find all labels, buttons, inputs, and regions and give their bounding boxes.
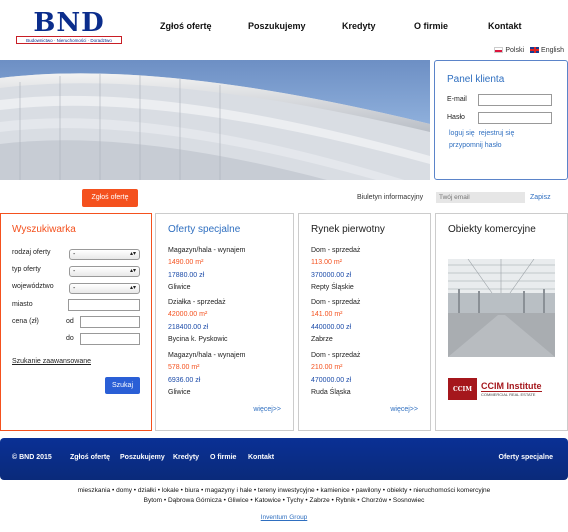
footer: © BND 2015 Zgłoś ofertę Poszukujemy Kred… (0, 438, 568, 480)
select-arrows-icon: ▴▾ (129, 268, 136, 274)
lang-english[interactable]: English (530, 47, 564, 54)
offer-item[interactable]: Magazyn/hala - wynajem 578.00 m² 6936.00 … (168, 350, 294, 399)
ccim-subtitle: COMMERCIAL REAL ESTATE (481, 391, 542, 397)
offer-kind-label: rodzaj oferty (12, 249, 51, 256)
login-links: loguj się rejestruj się (449, 130, 514, 137)
nav-searching[interactable]: Poszukujemy (248, 21, 306, 31)
nav-contact[interactable]: Kontakt (488, 21, 522, 31)
warehouse-image[interactable] (448, 259, 555, 357)
select-arrows-icon: ▴▾ (129, 285, 136, 291)
footer-link-contact[interactable]: Kontakt (248, 454, 274, 461)
categories-line[interactable]: mieszkania • domy • działki • lokale • b… (0, 487, 568, 494)
search-title: Wyszukiwarka (12, 224, 76, 235)
poland-flag-icon (494, 47, 504, 54)
search-box: Wyszukiwarka rodzaj oferty - ▴▾ typ ofert… (0, 213, 152, 431)
login-link[interactable]: loguj się (449, 130, 475, 137)
offer-type-label: typ oferty (12, 266, 41, 273)
offer-item[interactable]: Dom - sprzedaż 113.00 m² 370000.00 zł Rept… (311, 245, 437, 294)
hero-image (0, 60, 430, 180)
commercial-title: Obiekty komercyjne (448, 224, 536, 235)
offer-item[interactable]: Dom - sprzedaż 210.00 m² 470000.00 zł Ruda… (311, 350, 437, 399)
city-input[interactable] (68, 299, 140, 311)
nav-credits[interactable]: Kredyty (342, 21, 376, 31)
newsletter-email-input[interactable] (436, 192, 525, 203)
credit-link[interactable]: Inventum Group (0, 514, 568, 521)
price-label: cena (zł) (12, 318, 39, 325)
client-panel: Panel klienta E-mail Hasło loguj się rej… (434, 60, 568, 180)
price-from-label: od (66, 318, 74, 325)
offer-item[interactable]: Magazyn/hala - wynajem 1490.00 m² 17880.0… (168, 245, 294, 294)
primary-market-more-link[interactable]: więcej>> (390, 406, 418, 413)
primary-market-panel: Rynek pierwotny Dom - sprzedaż 113.00 m² … (298, 213, 431, 431)
offer-item[interactable]: Dom - sprzedaż 141.00 m² 440000.00 zł Zabr… (311, 297, 437, 346)
main-nav: Zgłoś ofertę Poszukujemy Kredyty O firmi… (0, 21, 568, 35)
footer-copyright: © BND 2015 (12, 454, 52, 461)
footer-link-searching[interactable]: Poszukujemy (120, 454, 165, 461)
cities-line[interactable]: Bytom • Dąbrowa Górnicza • Gliwice • Kat… (0, 497, 568, 504)
price-to-input[interactable] (80, 333, 140, 345)
special-offers-title: Oferty specjalne (168, 224, 241, 235)
login-email-input[interactable] (478, 94, 552, 106)
nav-submit-offer[interactable]: Zgłoś ofertę (160, 21, 212, 31)
footer-link-submit-offer[interactable]: Zgłoś ofertę (70, 454, 110, 461)
price-to-label: do (66, 335, 74, 342)
ccim-logo[interactable]: CCIM CCIM Institute COMMERCIAL REAL ESTA… (448, 377, 556, 401)
offer-kind-select[interactable]: - ▴▾ (69, 249, 140, 260)
nav-about[interactable]: O firmie (414, 21, 448, 31)
city-label: miasto (12, 301, 33, 308)
register-link[interactable]: rejestruj się (479, 130, 515, 137)
price-from-input[interactable] (80, 316, 140, 328)
remind-password-link[interactable]: przypomnij hasło (449, 142, 502, 149)
client-panel-title: Panel klienta (447, 74, 505, 85)
email-label: E-mail (447, 96, 467, 103)
voivodeship-select[interactable]: - ▴▾ (69, 283, 140, 294)
ccim-name: CCIM Institute (481, 381, 542, 391)
search-button[interactable]: Szukaj (105, 377, 140, 394)
ccim-logo-mark: CCIM (448, 378, 477, 400)
offer-item[interactable]: Działka - sprzedaż 42000.00 m² 218400.00 … (168, 297, 294, 346)
uk-flag-icon (530, 47, 540, 54)
footer-link-special-offers[interactable]: Oferty specjalne (499, 454, 553, 461)
advanced-search-link[interactable]: Szukanie zaawansowane (12, 358, 91, 365)
primary-market-title: Rynek pierwotny (311, 224, 385, 235)
submit-offer-button[interactable]: Zgłoś ofertę (82, 189, 138, 207)
footer-link-about[interactable]: O firmie (210, 454, 236, 461)
login-password-input[interactable] (478, 112, 552, 124)
select-arrows-icon: ▴▾ (129, 251, 136, 257)
voivodeship-label: województwo (12, 283, 54, 290)
password-label: Hasło (447, 114, 465, 121)
newsletter-label: Biuletyn informacyjny (357, 194, 424, 201)
newsletter-subscribe-button[interactable]: Zapisz (530, 194, 551, 201)
footer-link-credits[interactable]: Kredyty (173, 454, 199, 461)
lang-polish[interactable]: Polski (494, 47, 524, 54)
offer-type-select[interactable]: - ▴▾ (69, 266, 140, 277)
commercial-panel: Obiekty komercyjne CCIM CCIM Institute C… (435, 213, 568, 431)
special-offers-panel: Oferty specjalne Magazyn/hala - wynajem 1… (155, 213, 294, 431)
special-offers-more-link[interactable]: więcej>> (253, 406, 281, 413)
logo-tagline: Budownictwo · Nieruchomości · Doradztwo (16, 36, 122, 44)
language-switcher: Polski English (494, 47, 564, 54)
